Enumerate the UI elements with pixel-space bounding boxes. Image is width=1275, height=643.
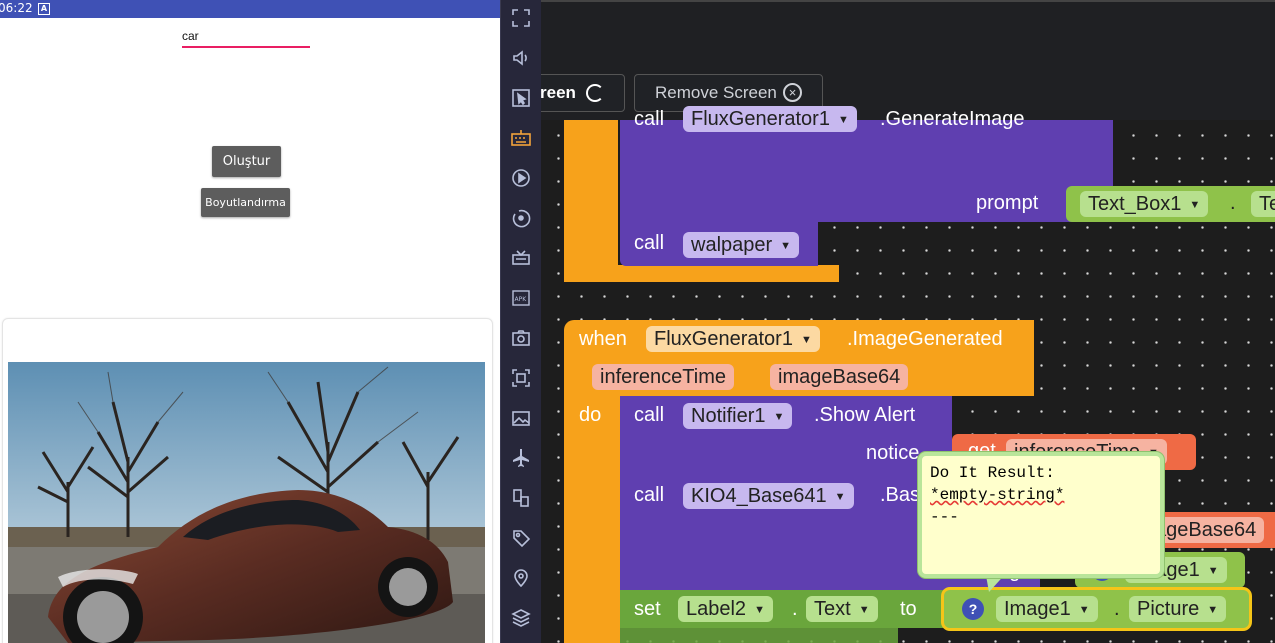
generate-image-block[interactable]: call FluxGenerator1 ▼ .GenerateImage prom… <box>620 106 1113 222</box>
show-alert-block[interactable]: call Notifier1 ▼ .Show Alert notice <box>620 396 952 476</box>
top-component-dropdown[interactable]: FluxGenerator1 ▼ <box>683 106 857 132</box>
tag-icon[interactable] <box>511 528 531 548</box>
apk-icon[interactable]: APK <box>511 288 531 308</box>
param-image-base64[interactable]: imageBase64 <box>770 364 909 390</box>
add-screen-button[interactable]: reen <box>541 74 625 112</box>
generated-car-image <box>8 362 485 643</box>
prompt-text-value: car <box>182 29 199 43</box>
camera-icon[interactable] <box>511 328 531 348</box>
resize-button[interactable]: Boyutlandırma <box>201 188 290 217</box>
param-inference-time[interactable]: inferenceTime <box>592 364 734 390</box>
airplane-icon[interactable] <box>511 448 531 468</box>
label2-dropdown[interactable]: Label2 ▼ <box>678 596 773 622</box>
set-label-text-block[interactable]: set Label2 ▼ . Text ▼ to <box>620 590 950 628</box>
blocks-workspace[interactable]: call FluxGenerator1 ▼ .GenerateImage prom… <box>541 106 1275 643</box>
screenshot-icon[interactable] <box>511 368 531 388</box>
cursor-icon[interactable] <box>511 88 531 108</box>
keyboard-icon[interactable] <box>511 128 531 148</box>
event-block-top-left <box>564 120 618 282</box>
walpaper-call-block[interactable]: call walpaper ▼ <box>620 222 818 266</box>
image-generated-event-block[interactable]: when FluxGenerator1 ▼ .ImageGenerated inf… <box>564 320 1034 396</box>
walpaper-dropdown[interactable]: walpaper ▼ <box>683 232 800 258</box>
gallery-icon[interactable] <box>511 408 531 428</box>
status-bar: 06:22 A <box>0 0 500 18</box>
event-component-dropdown[interactable]: FluxGenerator1 ▼ <box>646 326 820 352</box>
textbox-component-dropdown[interactable]: Text_Box1 ▼ <box>1080 191 1209 217</box>
emulator-toolbar: APK <box>500 0 542 643</box>
windows-icon[interactable] <box>511 488 531 508</box>
text-prop-dropdown[interactable]: Text ▼ <box>806 596 878 622</box>
rotate-icon[interactable] <box>511 208 531 228</box>
remove-screen-icon: × <box>783 83 802 102</box>
notification-a-icon: A <box>38 3 50 15</box>
do-it-result-tooltip: Do It Result: *empty-string* --- <box>918 452 1164 578</box>
layers-icon[interactable] <box>511 608 531 628</box>
prompt-text-input[interactable]: car <box>182 27 310 48</box>
file-block-partial[interactable] <box>620 628 898 643</box>
fullscreen-icon[interactable] <box>511 8 531 28</box>
picture-prop-dropdown[interactable]: Picture ▼ <box>1129 596 1227 622</box>
location-icon[interactable] <box>511 568 531 588</box>
svg-text:APK: APK <box>515 296 528 303</box>
image1-dropdown-b[interactable]: Image1 ▼ <box>996 596 1098 622</box>
add-screen-icon <box>586 84 604 102</box>
event-do-section: do <box>564 396 620 643</box>
phone-emulator-screen: 06:22 A car Oluştur Boyutlandırma <box>0 0 500 643</box>
record-icon[interactable] <box>511 168 531 188</box>
image1-picture-getter[interactable]: ? Image1 ▼ . Picture ▼ <box>944 590 1249 628</box>
status-time: 06:22 <box>0 1 33 15</box>
event-block-top-bottom <box>564 265 839 282</box>
textbox-getter-block[interactable]: Text_Box1 ▼ . Te <box>1066 186 1275 222</box>
notifier-dropdown[interactable]: Notifier1 ▼ <box>683 403 793 429</box>
kio-component-dropdown[interactable]: KIO4_Base641 ▼ <box>683 483 854 509</box>
create-button[interactable]: Oluştur <box>212 146 281 177</box>
volume-icon[interactable] <box>511 48 531 68</box>
blocks-editor: reen Remove Screen × call FluxGenerator1… <box>541 0 1275 643</box>
editor-header <box>541 0 1275 68</box>
tv-icon[interactable] <box>511 248 531 268</box>
help-icon[interactable]: ? <box>962 598 984 620</box>
